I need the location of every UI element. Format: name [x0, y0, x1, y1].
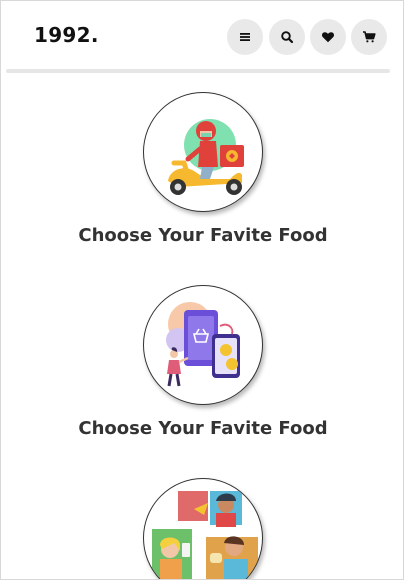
- card-title: Choose Your Favite Food: [78, 418, 328, 439]
- app-frame: 1992. Choose Your Favite Food Choose You…: [0, 0, 404, 580]
- card-title: Choose Your Favite Food: [78, 225, 328, 246]
- header-divider: [6, 69, 390, 73]
- people-eating-illustration: [143, 478, 263, 579]
- logo[interactable]: 1992.: [34, 23, 99, 47]
- menu-icon: [238, 30, 252, 44]
- menu-button[interactable]: [227, 19, 263, 55]
- cart-icon: [362, 30, 376, 44]
- search-button[interactable]: [269, 19, 305, 55]
- search-icon: [280, 30, 294, 44]
- heart-icon: [321, 30, 335, 44]
- delivery-scooter-illustration: [143, 92, 263, 212]
- wishlist-button[interactable]: [310, 19, 346, 55]
- header: 1992.: [1, 1, 403, 71]
- mobile-shopping-illustration: [143, 285, 263, 405]
- cart-button[interactable]: [351, 19, 387, 55]
